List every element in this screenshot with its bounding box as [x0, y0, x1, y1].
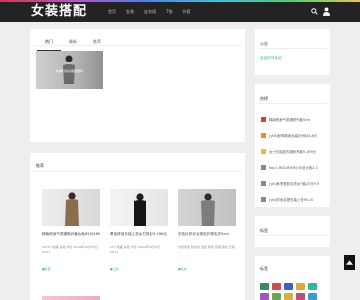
post-thumbnail[interactable] — [42, 296, 100, 300]
ranking-list: 韩版修身气质通勤外套5cm [yk8]秋季新款女装针织衫4.8元 女士长袖连衣裙… — [261, 111, 319, 207]
ranking-item[interactable]: [ykl]秋季宽松毛衣女T恤25元9.9 — [261, 175, 319, 191]
chevron-up-icon — [346, 260, 353, 265]
site-logo[interactable]: 女装搭配 — [31, 5, 87, 19]
user-icon[interactable] — [323, 7, 330, 16]
back-to-top-button[interactable] — [344, 255, 355, 270]
tab-bar: 热门 最新 推荐 — [37, 34, 109, 51]
divider — [34, 45, 241, 46]
ranking-item[interactable]: hkp7.MODIFIER小众设计款2.1 — [261, 159, 319, 175]
recommend-section: 推荐 韩版修身气质通勤外套女秋85元489款 2479个收藏 喜欢 评论 202… — [30, 153, 245, 300]
post-category[interactable]: ●外套 — [42, 267, 100, 271]
rank-badge — [261, 132, 266, 138]
featured-caption: 秋季针织衫搭配推荐 — [55, 69, 83, 73]
post-thumbnail[interactable] — [178, 189, 236, 226]
divider — [258, 103, 327, 104]
search-icon[interactable] — [311, 8, 318, 15]
post-card[interactable]: 灰色针织衫女宽松外穿毛衣5cm 针织毛衣 秋冬款 宽松 休闲 百搭 简约 日常 … — [178, 189, 236, 271]
ranking-item[interactable]: 女士长袖连衣裙秋冬款5.169元 — [261, 143, 319, 159]
rank-badge — [261, 164, 266, 170]
main-nav: 首页 女装 连衣裙 T恤 外套 — [108, 9, 190, 15]
sidebar-notice: 公告 欢迎访问本站 — [255, 29, 330, 75]
sidebar-tags: 标签 — [255, 256, 330, 300]
post-category[interactable]: ●毛衣 — [178, 267, 236, 271]
post-category[interactable]: ●上衣 — [110, 267, 168, 271]
ranking-item-label: 女士长袖连衣裙秋冬款5.169元 — [269, 149, 317, 154]
nav-item[interactable]: 外套 — [182, 9, 190, 15]
model-figure — [134, 193, 146, 226]
ranking-item-label: [ykl]时尚百搭长袖上衣90.10 — [269, 197, 314, 202]
tag-chip[interactable] — [284, 283, 293, 290]
post-thumbnail[interactable] — [42, 189, 100, 226]
featured-image[interactable]: 秋季针织衫搭配推荐 — [36, 51, 103, 89]
tab-hot[interactable]: 热门 — [37, 34, 61, 51]
sidebar-widget: 标签 — [255, 216, 330, 247]
tag-chip[interactable] — [260, 293, 269, 300]
tab-latest[interactable]: 最新 — [61, 34, 85, 51]
ranking-item[interactable]: [yk8]秋季新款女装针织衫4.8元 — [261, 127, 319, 143]
ranking-item-label: [ykl]秋季宽松毛衣女T恤25元9.9 — [269, 181, 319, 186]
ranking-item[interactable]: [ykl]时尚百搭长袖上衣90.10 — [261, 191, 319, 207]
ranking-item-label: [yk8]秋季新款女装针织衫4.8元 — [269, 133, 318, 138]
tag-chip[interactable] — [308, 293, 317, 300]
post-meta: 针织毛衣 秋冬款 宽松 休闲 百搭 简约 日常 ... — [178, 245, 235, 254]
post-meta: 25个收藏 喜欢 评论 2020年10月4日 08:11 — [110, 245, 161, 254]
tag-chip[interactable] — [296, 283, 305, 290]
nav-item[interactable]: 首页 — [108, 9, 116, 15]
divider — [258, 235, 327, 236]
notice-text[interactable]: 欢迎访问本站 — [260, 56, 282, 61]
sidebar-ranking: 热榜 韩版修身气质通勤外套5cm [yk8]秋季新款女装针织衫4.8元 女士长袖… — [255, 84, 330, 207]
nav-item[interactable]: 女装 — [126, 9, 134, 15]
post-thumbnail[interactable] — [110, 189, 168, 226]
rank-badge — [261, 196, 266, 202]
ranking-item-label: hkp7.MODIFIER小众设计款2.1 — [269, 165, 318, 170]
widget-title: 热榜 — [260, 96, 268, 101]
post-title[interactable]: 灰色针织衫女宽松外穿毛衣5cm — [178, 232, 236, 237]
tag-chip[interactable] — [272, 293, 281, 300]
header-actions — [311, 7, 330, 16]
post-title[interactable]: 黑色修身长袖上衣女打底衫5.168元 — [110, 232, 168, 237]
tag-chip[interactable] — [260, 283, 269, 290]
ranking-item[interactable]: 韩版修身气质通勤外套5cm — [261, 111, 319, 127]
hot-panel: 热门 最新 推荐 秋季针织衫搭配推荐 — [30, 29, 245, 142]
tag-chip[interactable] — [296, 293, 305, 300]
rank-badge — [261, 180, 266, 186]
tag-cloud — [260, 283, 326, 300]
model-figure — [65, 192, 79, 226]
tag-chip[interactable] — [308, 283, 317, 290]
tag-chip[interactable] — [284, 293, 293, 300]
rank-badge — [261, 148, 266, 154]
ranking-item-label: 韩版修身气质通勤外套5cm — [269, 117, 311, 122]
widget-title: 标签 — [260, 266, 268, 271]
nav-item[interactable]: T恤 — [166, 9, 172, 15]
widget-title: 公告 — [260, 41, 268, 46]
post-card[interactable]: 韩版修身气质通勤外套女秋85元489款 2479个收藏 喜欢 评论 2020年1… — [42, 189, 100, 271]
post-meta: 2479个收藏 喜欢 评论 2020年10月25日 09:11 — [42, 245, 98, 254]
divider — [258, 48, 327, 49]
widget-title: 标签 — [260, 228, 268, 233]
section-title: 推荐 — [36, 163, 44, 168]
site-header: 女装搭配 首页 女装 连衣裙 T恤 外套 — [0, 2, 360, 22]
tab-recommended[interactable]: 推荐 — [85, 34, 109, 51]
rank-badge — [261, 116, 266, 122]
nav-item[interactable]: 连衣裙 — [144, 9, 156, 15]
divider — [34, 171, 241, 172]
model-figure — [201, 193, 215, 226]
tag-chip[interactable] — [272, 283, 281, 290]
post-card[interactable]: 黑色修身长袖上衣女打底衫5.168元 25个收藏 喜欢 评论 2020年10月4… — [110, 189, 168, 271]
post-title[interactable]: 韩版修身气质通勤外套女秋85元489款 — [42, 232, 100, 237]
